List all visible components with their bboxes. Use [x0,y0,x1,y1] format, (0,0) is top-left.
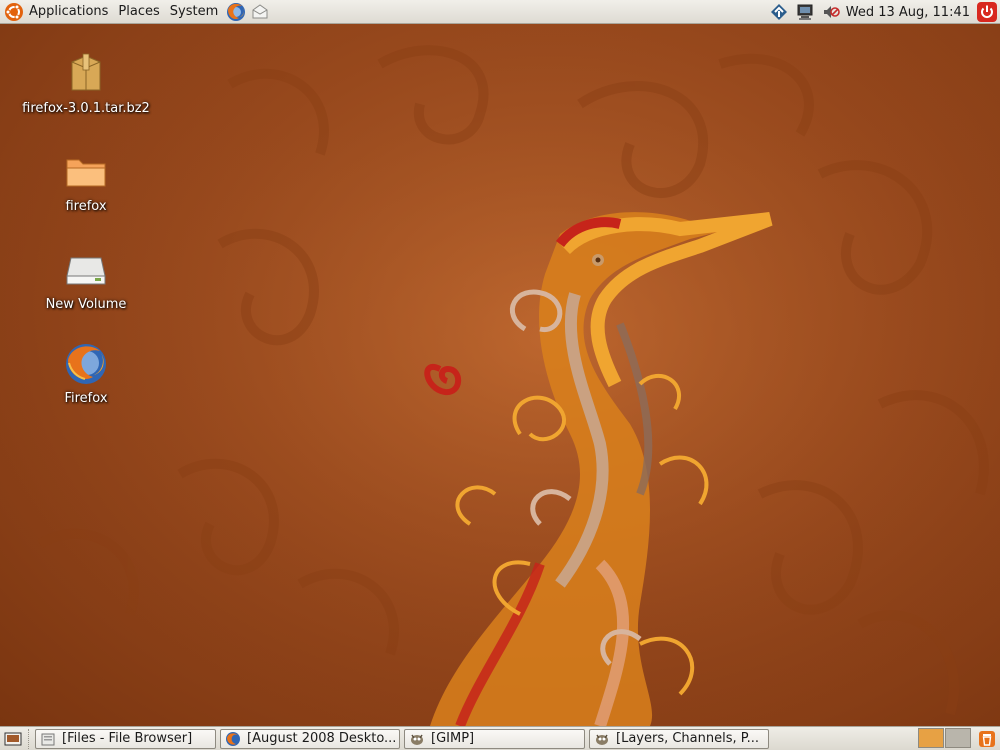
ubuntu-logo-icon [5,2,23,21]
task-files-browser[interactable]: [Files - File Browser] [35,728,216,749]
system-tray: Wed 13 Aug, 11:41 [766,0,1000,24]
volume-tray[interactable] [820,1,842,23]
workspace-1[interactable] [918,728,944,748]
places-menu-label: Places [118,4,160,19]
panel-separator [28,728,31,749]
task-layers-dialog[interactable]: [Layers, Channels, P... [589,728,769,749]
trash-icon [979,731,995,747]
task-gimp[interactable]: [GIMP] [404,728,585,749]
shutdown-button[interactable] [976,1,998,23]
show-desktop-button[interactable] [2,728,24,750]
network-manager-tray[interactable] [768,1,790,23]
desktop-icon-drive[interactable]: New Volume [21,246,151,312]
drive-icon [66,257,106,285]
desktop-icon-label: firefox [65,199,107,214]
workspace-2[interactable] [945,728,971,748]
clock[interactable]: Wed 13 Aug, 11:41 [844,5,974,20]
applications-menu[interactable]: Applications [0,0,113,24]
places-menu[interactable]: Places [113,0,164,24]
desktop-icon-label: Firefox [64,391,108,406]
firefox-launcher[interactable] [225,1,247,23]
show-desktop-icon [4,732,22,745]
task-label: [August 2008 Deskto... [247,731,395,746]
network-monitor-tray[interactable] [794,1,816,23]
applications-menu-label: Applications [29,4,109,19]
gimp-icon [411,734,423,745]
task-label: [GIMP] [431,731,475,746]
power-icon [977,2,997,22]
top-panel: Applications Places System Wed 13 Aug, 1… [0,0,1000,24]
desktop[interactable]: firefox-3.0.1.tar.bz2 firefox New Volume [0,24,1000,726]
desktop-icon-archive[interactable]: firefox-3.0.1.tar.bz2 [21,50,151,116]
firefox-icon [66,344,106,384]
task-label: [Files - File Browser] [62,731,193,746]
archive-icon [71,53,101,91]
system-menu[interactable]: System [165,0,223,24]
trash-applet[interactable] [976,728,998,750]
system-menu-label: System [169,4,219,19]
gimp-icon [596,734,608,745]
volume-muted-icon [823,6,840,18]
file-manager-icon [41,733,55,745]
task-label: [Layers, Channels, P... [616,731,759,746]
bottom-panel: [Files - File Browser] [August 2008 Desk… [0,726,1000,750]
network-monitor-icon [797,4,813,20]
firefox-icon [227,2,246,21]
desktop-icon-firefox[interactable]: Firefox [21,340,151,406]
firefox-icon [226,731,240,746]
desktop-icon-folder[interactable]: firefox [21,148,151,214]
mail-launcher[interactable] [249,1,271,23]
network-manager-icon [770,4,787,20]
desktop-icon-label: firefox-3.0.1.tar.bz2 [22,101,150,116]
task-firefox[interactable]: [August 2008 Deskto... [220,728,400,749]
desktop-icon-label: New Volume [45,297,127,312]
workspace-switcher [918,728,972,748]
folder-icon [66,159,106,187]
mail-icon [252,3,268,18]
